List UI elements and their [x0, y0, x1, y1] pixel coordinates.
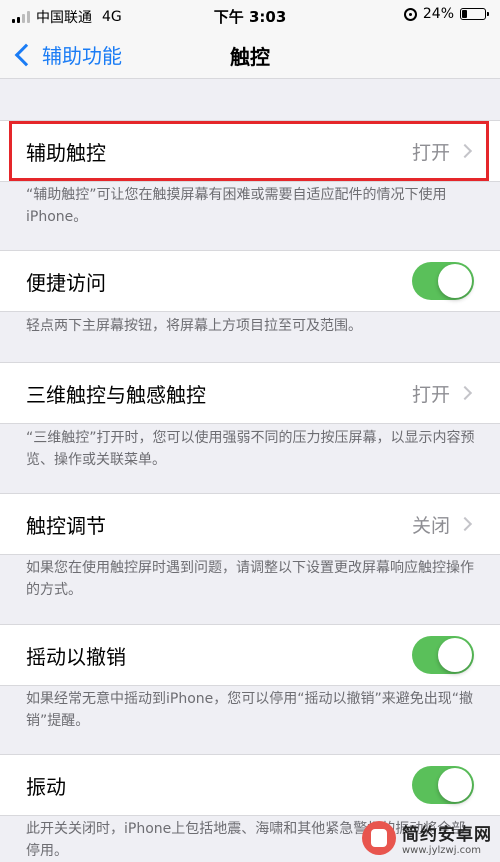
page-title: 触控 — [230, 45, 270, 69]
row-label: 触控调节 — [26, 514, 106, 538]
row-assistive-touch[interactable]: 辅助触控 打开 — [0, 120, 500, 182]
row-shake-to-undo: 摇动以撤销 — [0, 624, 500, 686]
status-bar: 中国联通 4G 下午 3:03 24% — [0, 0, 500, 32]
chevron-right-icon — [457, 385, 473, 401]
row-description: “辅助触控”可让您在触摸屏幕有困难或需要自适应配件的情况下使用iPhone。 — [26, 187, 447, 225]
rotation-lock-icon — [403, 7, 417, 21]
battery-percent: 24% — [422, 6, 454, 22]
row-description: 如果您在使用触控屏时遇到问题，请调整以下设置更改屏幕响应触控操作的方式。 — [26, 560, 474, 598]
watermark-name: 简约安卓网 — [402, 825, 492, 845]
row-label: 摇动以撤销 — [26, 645, 126, 669]
battery-icon — [460, 8, 489, 20]
row-reachability: 便捷访问 — [0, 250, 500, 312]
row-vibration: 振动 — [0, 754, 500, 816]
watermark-url: www.jylzwj.com — [402, 845, 482, 856]
row-label: 三维触控与触感触控 — [26, 383, 206, 407]
row-value: 打开 — [411, 142, 450, 164]
watermark: 简约安卓网 www.jylzwj.com — [362, 820, 492, 856]
vibration-toggle[interactable] — [412, 766, 474, 804]
row-3d-touch[interactable]: 三维触控与触感触控 打开 — [0, 362, 500, 424]
row-value: 打开 — [411, 384, 450, 406]
row-label: 振动 — [26, 775, 66, 799]
row-label: 辅助触控 — [26, 141, 106, 165]
row-description: 如果经常无意中摇动到iPhone，您可以停用“摇动以撤销”来避免出现“撤销”提醒… — [26, 691, 474, 729]
chevron-right-icon — [457, 143, 473, 159]
navigation-bar: 辅助功能 触控 — [0, 32, 500, 79]
row-value: 关闭 — [411, 515, 450, 537]
chevron-right-icon — [457, 516, 473, 532]
row-label: 便捷访问 — [26, 271, 106, 295]
status-right: 24% — [403, 6, 489, 22]
android-logo-icon — [362, 821, 396, 855]
shake-to-undo-toggle[interactable] — [412, 636, 474, 674]
row-description: “三维触控”打开时，您可以使用强弱不同的压力按压屏幕，以显示内容预览、操作或关联… — [26, 430, 475, 468]
row-touch-accommodations[interactable]: 触控调节 关闭 — [0, 493, 500, 555]
reachability-toggle[interactable] — [412, 262, 474, 300]
row-description: 轻点两下主屏幕按钮，将屏幕上方项目拉至可及范围。 — [26, 318, 362, 334]
